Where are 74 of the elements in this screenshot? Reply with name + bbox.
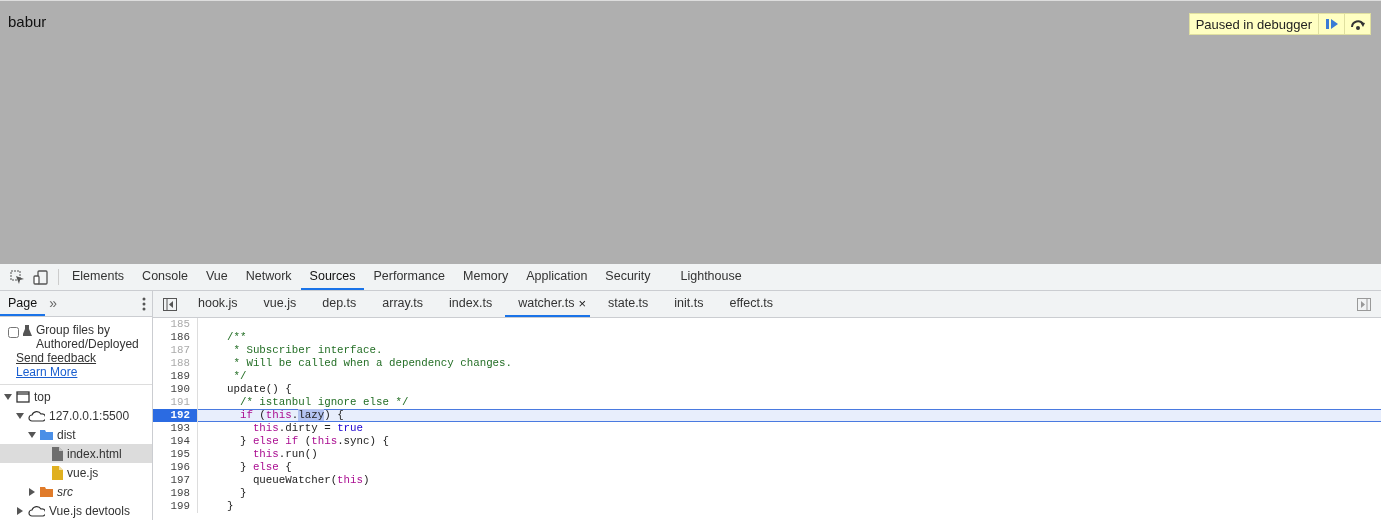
file-tab[interactable]: hook.js <box>185 291 251 317</box>
flask-icon <box>23 325 32 336</box>
device-toolbar-icon[interactable] <box>33 269 48 285</box>
code-line: this.dirty = true <box>251 422 365 435</box>
file-tab[interactable]: dep.ts <box>309 291 370 317</box>
code-line: update() { <box>225 383 293 396</box>
file-tab[interactable]: init.ts <box>661 291 717 317</box>
code-line: /* istanbul ignore else */ <box>238 396 410 409</box>
expand-arrow-icon[interactable] <box>4 392 12 401</box>
frame-icon <box>16 389 30 404</box>
resume-icon <box>1325 18 1338 30</box>
inspect-icon[interactable] <box>10 269 25 285</box>
code-line: } else { <box>238 461 293 474</box>
file-tab[interactable]: vue.js <box>250 291 310 317</box>
panel-tab[interactable]: Memory <box>454 264 518 290</box>
file-tab[interactable]: effect.ts <box>716 291 787 317</box>
line-number[interactable]: 197 <box>153 474 198 487</box>
expand-arrow-icon[interactable] <box>16 506 24 515</box>
line-number[interactable]: 196 <box>153 461 198 474</box>
file-tab[interactable]: state.ts <box>595 291 662 317</box>
toggle-navigator-icon[interactable] <box>163 298 177 311</box>
code-line: * Subscriber interface. <box>232 344 384 357</box>
page-heading: babur <box>8 13 47 30</box>
tree-item[interactable]: dist <box>0 425 152 444</box>
tree-item[interactable]: index.html <box>0 444 152 463</box>
cloud-icon <box>28 408 45 423</box>
cloud-icon <box>28 503 45 518</box>
group-files-checkbox[interactable] <box>8 327 19 338</box>
tree-item[interactable]: vue.js <box>0 463 152 482</box>
panel-tab[interactable]: Application <box>517 264 597 290</box>
code-line: } else if (this.sync) { <box>238 435 390 448</box>
feedback-link[interactable]: Send feedback <box>8 351 97 365</box>
panel-tab[interactable]: Performance <box>364 264 455 290</box>
code-line: this.run() <box>251 448 319 461</box>
tree-item[interactable]: top <box>0 387 152 406</box>
line-number[interactable]: 189 <box>153 370 198 383</box>
more-tabs-button[interactable]: » <box>45 291 61 316</box>
paused-line-number[interactable]: 192 <box>153 409 198 422</box>
file-tab[interactable]: watcher.ts × <box>505 291 591 317</box>
page-tab[interactable]: Page <box>0 291 46 316</box>
panel-tab[interactable]: Lighthouse <box>671 264 751 290</box>
panel-tab[interactable]: Network <box>236 264 301 290</box>
expand-arrow-icon[interactable] <box>28 430 36 439</box>
more-options-icon[interactable] <box>142 297 146 311</box>
code-line: } <box>238 487 248 500</box>
line-number[interactable]: 186 <box>153 331 198 344</box>
learn-more-link[interactable]: Learn More <box>8 365 78 379</box>
file-tab[interactable]: index.ts <box>436 291 506 317</box>
code-line: */ <box>232 370 248 383</box>
panel-tab[interactable]: Vue <box>197 264 237 290</box>
expand-arrow-icon[interactable] <box>16 411 24 420</box>
panel-tab[interactable]: Console <box>133 264 197 290</box>
code-line: * Will be called when a dependency changes. <box>232 357 514 370</box>
code-line: /** <box>225 331 248 344</box>
line-number[interactable]: 195 <box>153 448 198 461</box>
step-over-icon <box>1349 18 1366 30</box>
expand-arrow-icon[interactable] <box>28 487 36 496</box>
line-number[interactable]: 190 <box>153 383 198 396</box>
panel-tab[interactable]: Elements <box>63 264 134 290</box>
group-files-label: Group files by Authored/Deployed <box>36 323 140 351</box>
code-line: } <box>225 500 235 513</box>
code-line: queueWatcher(this) <box>251 474 371 487</box>
line-number[interactable]: 194 <box>153 435 198 448</box>
toggle-debugger-icon[interactable] <box>1357 298 1371 311</box>
file-tab[interactable]: array.ts <box>369 291 437 317</box>
tree-item[interactable]: src <box>0 482 152 501</box>
tree-item[interactable]: 127.0.0.1:5500 <box>0 406 152 425</box>
close-icon[interactable]: × <box>578 295 587 311</box>
paused-label: Paused in debugger <box>1194 16 1313 32</box>
panel-tab[interactable]: Security <box>596 264 660 290</box>
line-number[interactable]: 198 <box>153 487 198 500</box>
line-number[interactable]: 193 <box>153 422 198 435</box>
line-number[interactable]: 199 <box>153 500 198 513</box>
tree-item[interactable]: Vue.js devtools <box>0 501 152 520</box>
